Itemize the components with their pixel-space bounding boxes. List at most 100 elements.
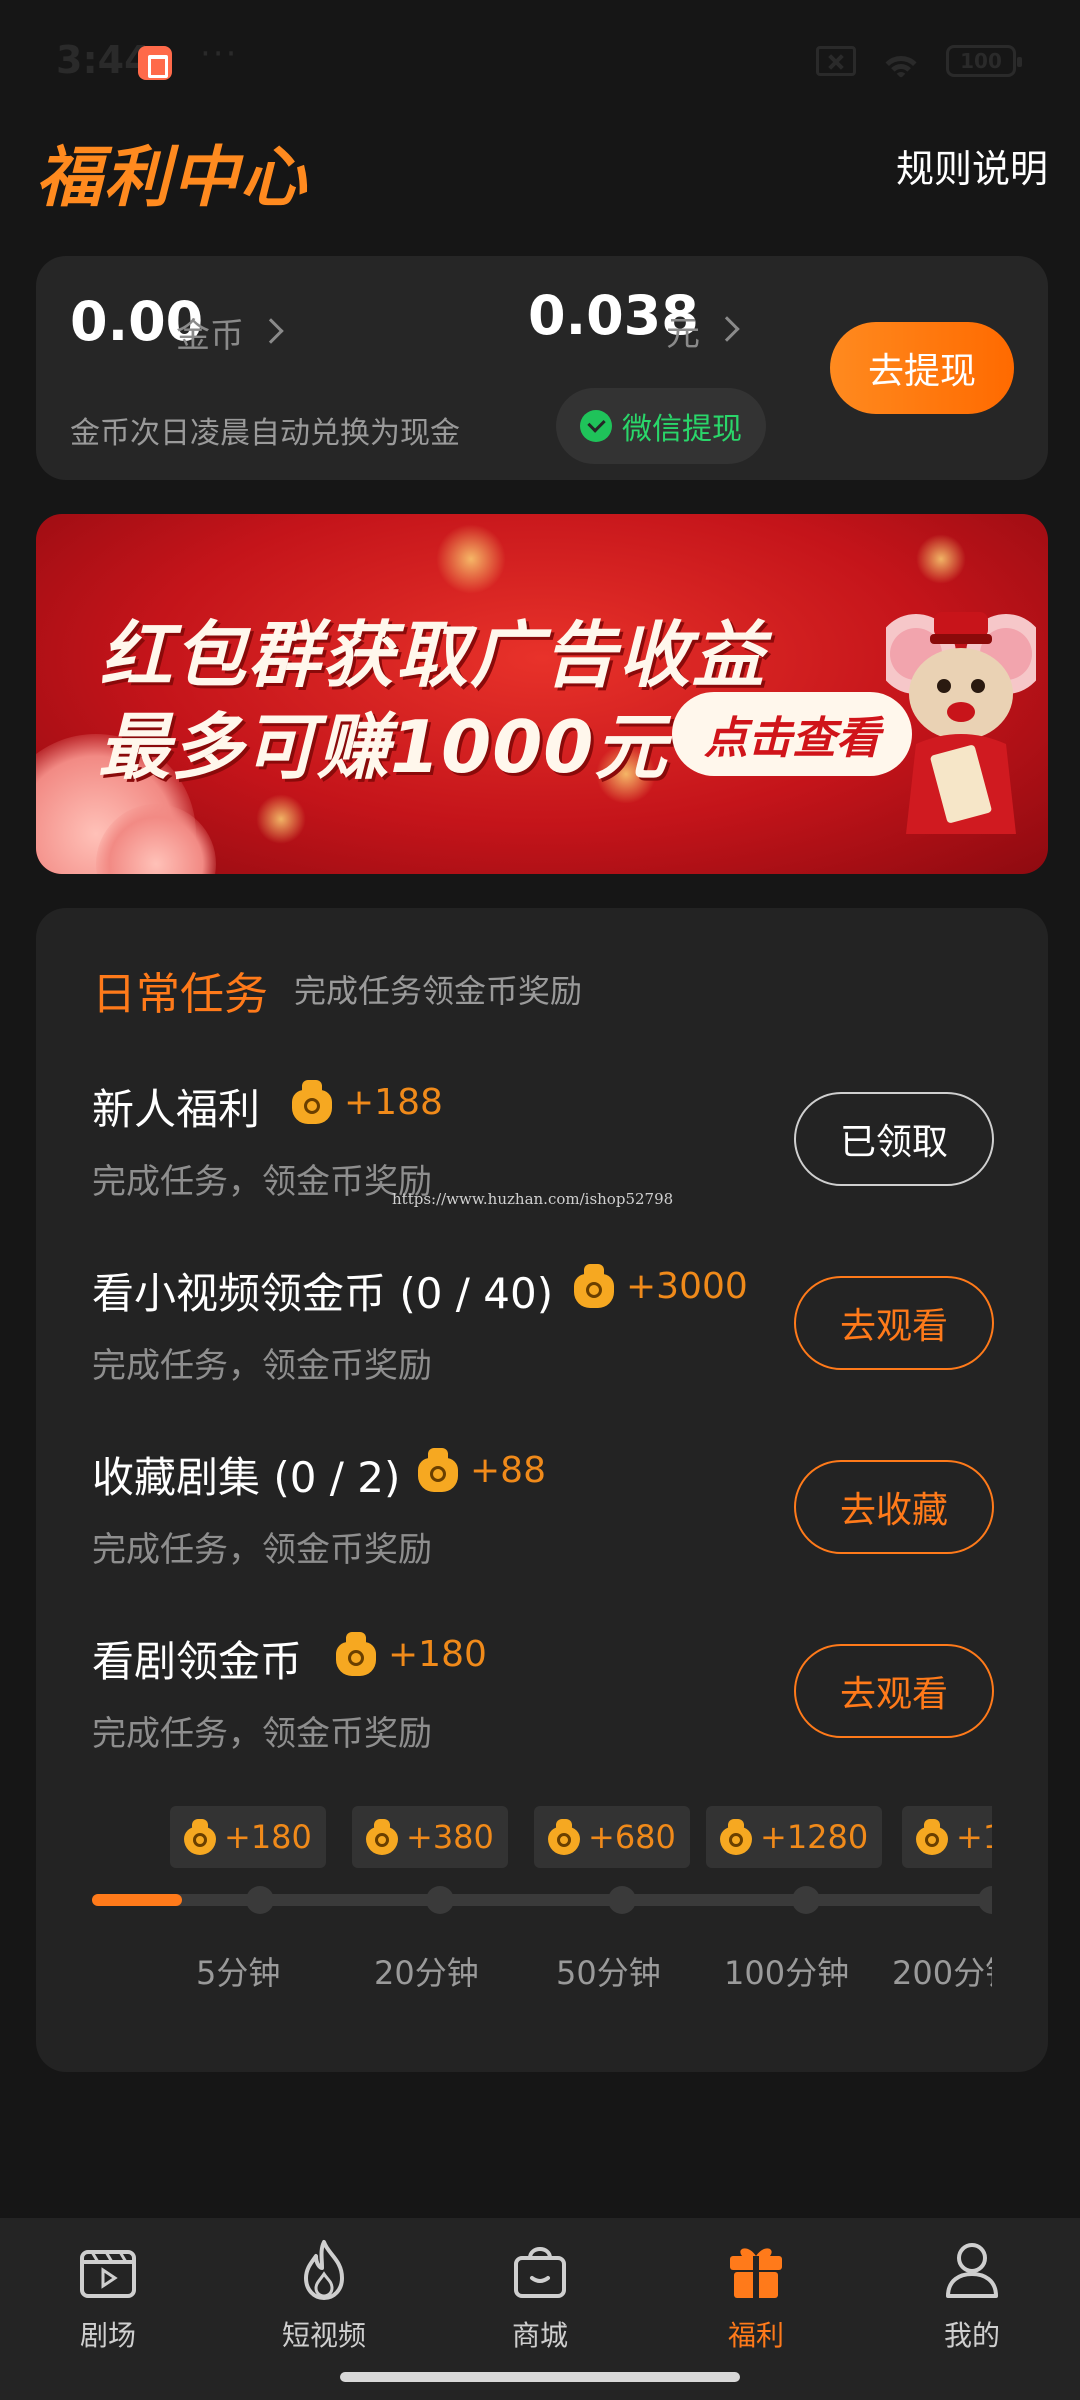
milestone-label: 200分钟 (892, 1954, 992, 1992)
wechat-withdraw-chip[interactable]: 微信提现 (556, 388, 766, 464)
shopping-bag-icon (514, 2247, 566, 2298)
task-reward-value: +3000 (626, 1265, 748, 1307)
nav-item-short-video[interactable]: 短视频 (244, 2238, 404, 2358)
nav-item-welfare[interactable]: 福利 (676, 2238, 836, 2358)
firework-decoration (256, 794, 306, 844)
milestone-dot (608, 1886, 636, 1914)
task-claimed-button[interactable]: 已领取 (794, 1092, 994, 1186)
task-row: 看小视频领金币 (0 / 40) +3000 完成任务，领金币奖励 去观看 (36, 1260, 1048, 1410)
milestone-label: 50分钟 (556, 1954, 661, 1992)
milestone-dot (426, 1886, 454, 1914)
status-icons: 100 (816, 44, 1022, 78)
task-row: 看剧领金币 +180 完成任务，领金币奖励 去观看 (36, 1628, 1048, 1778)
progress-track (92, 1894, 992, 1906)
coin-bag-icon (548, 1819, 580, 1855)
task-reward-value: +88 (470, 1449, 546, 1491)
rules-link[interactable]: 规则说明 (896, 138, 1048, 193)
milestone-reward-value: +180 (224, 1818, 312, 1856)
task-reward-value: +188 (344, 1081, 443, 1123)
coin-bag-icon (292, 1080, 332, 1124)
wechat-check-icon (580, 410, 612, 442)
milestone-reward-value: +380 (406, 1818, 494, 1856)
milestone-dot (792, 1886, 820, 1914)
promo-banner[interactable]: 红包群获取广告收益 最多可赚1000元 点击查看 (36, 514, 1048, 874)
page-title: 福利中心 (36, 139, 308, 216)
coin-bag-icon (574, 1264, 614, 1308)
gift-icon (730, 2248, 782, 2298)
nav-label: 福利 (727, 2319, 784, 2352)
nav-item-mall[interactable]: 商城 (460, 2238, 620, 2358)
no-sim-icon (816, 46, 856, 76)
task-name: 看剧领金币 (92, 1637, 303, 1686)
cash-unit: 元 (666, 314, 700, 354)
task-reward: +3000 (574, 1264, 748, 1308)
wallet-card: 0.00 金币 0.038 元 金币次日凌晨自动兑换为现金 微信提现 去提现 (36, 256, 1048, 480)
milestone-reward-badge: +1680 (902, 1806, 992, 1868)
film-icon (80, 2250, 136, 2298)
task-reward: +88 (418, 1448, 546, 1492)
status-time: 3:44 (56, 38, 151, 82)
status-bar: 3:44 ··· 100 (0, 0, 1080, 120)
milestone-reward-badge: +1280 (706, 1806, 883, 1868)
nav-label: 我的 (943, 2319, 1000, 2352)
task-name: 收藏剧集 (0 / 2) (92, 1453, 401, 1502)
milestone-dot (978, 1886, 992, 1914)
milestone-reward-badge: +180 (170, 1806, 326, 1868)
task-name: 看小视频领金币 (0 / 40) (92, 1269, 554, 1318)
task-watch-button[interactable]: 去观看 (794, 1276, 994, 1370)
milestone-label: 5分钟 (196, 1954, 281, 1992)
milestone-label: 100分钟 (724, 1954, 850, 1992)
task-row: 收藏剧集 (0 / 2) +88 完成任务，领金币奖励 去收藏 (36, 1444, 1048, 1594)
watch-time-progress[interactable]: +180 +380 +680 +1280 +1680 5分钟 20分钟 50分钟… (92, 1806, 992, 2006)
milestone-reward-badge: +680 (534, 1806, 690, 1868)
banner-subheadline: 最多可赚1000元 (98, 705, 668, 789)
task-reward: +188 (292, 1080, 443, 1124)
home-indicator[interactable] (340, 2372, 740, 2382)
progress-fill (92, 1894, 182, 1906)
mouse-mascot-icon (886, 612, 1036, 834)
nav-item-theater[interactable]: 剧场 (28, 2238, 188, 2358)
withdraw-button[interactable]: 去提现 (830, 322, 1014, 414)
firework-decoration (916, 534, 966, 584)
coin-bag-icon (184, 1819, 216, 1855)
milestone-label: 20分钟 (374, 1954, 479, 1992)
banner-cta-button[interactable]: 点击查看 (672, 692, 912, 776)
task-description: 完成任务，领金币奖励 (92, 1530, 432, 1570)
app-notification-icon (138, 46, 172, 80)
wifi-icon (878, 44, 924, 78)
coin-chevron-right-icon[interactable] (258, 318, 284, 344)
wechat-withdraw-label: 微信提现 (622, 412, 742, 447)
cash-chevron-right-icon[interactable] (714, 316, 740, 342)
nav-label: 剧场 (79, 2319, 136, 2352)
coin-bag-icon (418, 1448, 458, 1492)
wallet-note: 金币次日凌晨自动兑换为现金 (70, 416, 460, 451)
milestone-reward-badge: +380 (352, 1806, 508, 1868)
coin-bag-icon (916, 1819, 948, 1855)
task-description: 完成任务，领金币奖励 (92, 1162, 432, 1202)
flame-icon (304, 2240, 344, 2300)
coin-bag-icon (720, 1819, 752, 1855)
battery-icon: 100 (946, 45, 1022, 77)
task-favorite-button[interactable]: 去收藏 (794, 1460, 994, 1554)
milestone-reward-value: +1680 (956, 1818, 992, 1856)
tasks-title: 日常任务 (92, 969, 268, 1020)
task-reward-value: +180 (388, 1633, 487, 1675)
nav-label: 商城 (511, 2319, 568, 2352)
coin-unit: 金币 (176, 316, 244, 356)
milestone-dot (246, 1886, 274, 1914)
tasks-subtitle: 完成任务领金币奖励 (294, 972, 583, 1010)
nav-label: 短视频 (281, 2319, 366, 2352)
task-description: 完成任务，领金币奖励 (92, 1714, 432, 1754)
banner-headline: 红包群获取广告收益 (100, 613, 767, 697)
task-name: 新人福利 (92, 1085, 261, 1134)
task-watch-drama-button[interactable]: 去观看 (794, 1644, 994, 1738)
watermark-text: https://www.huzhan.com/ishop52798 (392, 1190, 674, 1208)
task-description: 完成任务，领金币奖励 (92, 1346, 432, 1386)
coin-bag-icon (336, 1632, 376, 1676)
user-icon (946, 2243, 998, 2298)
nav-item-profile[interactable]: 我的 (892, 2238, 1052, 2358)
more-notifications-icon: ··· (200, 34, 239, 74)
milestone-reward-value: +1280 (760, 1818, 869, 1856)
daily-tasks-card: 日常任务 完成任务领金币奖励 新人福利 +188 完成任务，领金币奖励 已领取 … (36, 908, 1048, 2072)
milestone-reward-value: +680 (588, 1818, 676, 1856)
